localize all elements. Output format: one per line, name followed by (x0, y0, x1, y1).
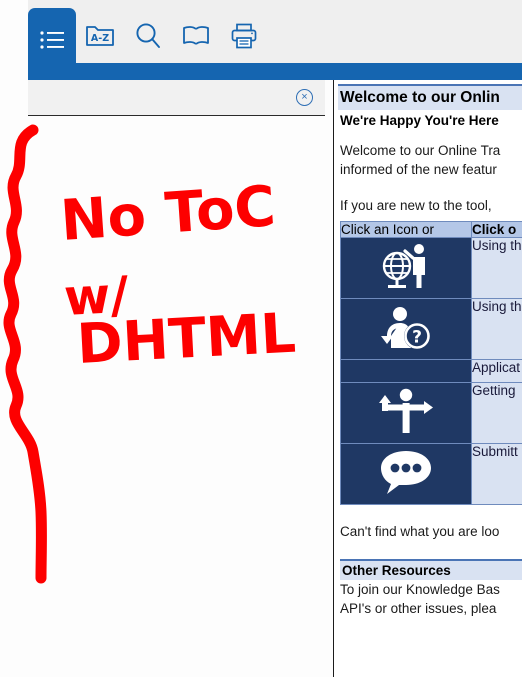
toolbar-contents-tab[interactable] (28, 8, 76, 71)
other-resources-line-2: API's or other issues, plea (340, 600, 497, 616)
table-row[interactable]: Using th (340, 237, 522, 300)
close-icon[interactable]: × (296, 89, 313, 106)
svg-text:?: ? (412, 328, 422, 348)
toolbar-search-tab[interactable] (124, 8, 172, 63)
print-icon (230, 22, 258, 50)
help-viewer-window: A-Z × Welcome to our Onlin We're Happy Y… (0, 0, 522, 677)
table-row[interactable]: Getting (340, 382, 522, 445)
table-header-icon-column: Click an Icon or (340, 221, 472, 239)
navigation-pane-header: × (28, 80, 325, 116)
toolbar-accent-bar (28, 63, 522, 80)
navigation-pane-body[interactable] (28, 116, 325, 677)
speech-bubble-icon[interactable] (340, 443, 472, 506)
toolbar-index-tab[interactable]: A-Z (76, 8, 124, 63)
toolbar-print-tab[interactable] (220, 8, 268, 63)
empty-icon-cell (340, 359, 472, 384)
icon-links-table: Click an Icon or Click o Using th ? Usin… (340, 221, 522, 506)
search-icon (133, 21, 163, 51)
globe-person-icon[interactable] (340, 237, 472, 300)
intro-paragraph-line-3: If you are new to the tool, (340, 198, 492, 214)
direction-person-icon[interactable] (340, 382, 472, 445)
intro-paragraph-line-2: informed of the new featur (340, 162, 497, 178)
table-row[interactable]: Submitt (340, 443, 522, 506)
table-row[interactable]: ? Using th (340, 298, 522, 361)
table-cell-description[interactable]: Getting (471, 382, 522, 445)
page-subtitle: We're Happy You're Here (340, 113, 499, 128)
index-icon: A-Z (85, 24, 115, 48)
pane-divider[interactable] (325, 80, 333, 677)
table-header-row: Click an Icon or Click o (340, 221, 522, 239)
glossary-icon (181, 25, 211, 47)
left-gutter (0, 0, 28, 677)
other-resources-line-1: To join our Knowledge Bas (340, 581, 500, 597)
question-person-icon[interactable]: ? (340, 298, 472, 361)
toolbar-button-group: A-Z (28, 0, 268, 71)
contents-icon (39, 29, 65, 51)
toolbar: A-Z (28, 0, 522, 71)
table-cell-description[interactable]: Using th (471, 237, 522, 300)
table-row[interactable]: Applicat (340, 359, 522, 384)
navigation-pane: × (28, 80, 325, 677)
table-cell-description[interactable]: Submitt (471, 443, 522, 506)
intro-paragraph-line-1: Welcome to our Online Tra (340, 143, 501, 158)
document-body: Welcome to our Onlin We're Happy You're … (338, 80, 522, 618)
table-header-topic-column: Click o (471, 221, 522, 239)
closing-line: Can't find what you are loo (340, 524, 500, 540)
page-title: Welcome to our Onlin (338, 84, 522, 110)
svg-text:A-Z: A-Z (91, 33, 109, 44)
other-resources-title: Other Resources (340, 558, 522, 580)
table-cell-description[interactable]: Using th (471, 298, 522, 361)
content-pane: Welcome to our Onlin We're Happy You're … (333, 80, 522, 677)
table-cell-description[interactable]: Applicat (471, 359, 522, 384)
toolbar-glossary-tab[interactable] (172, 8, 220, 63)
